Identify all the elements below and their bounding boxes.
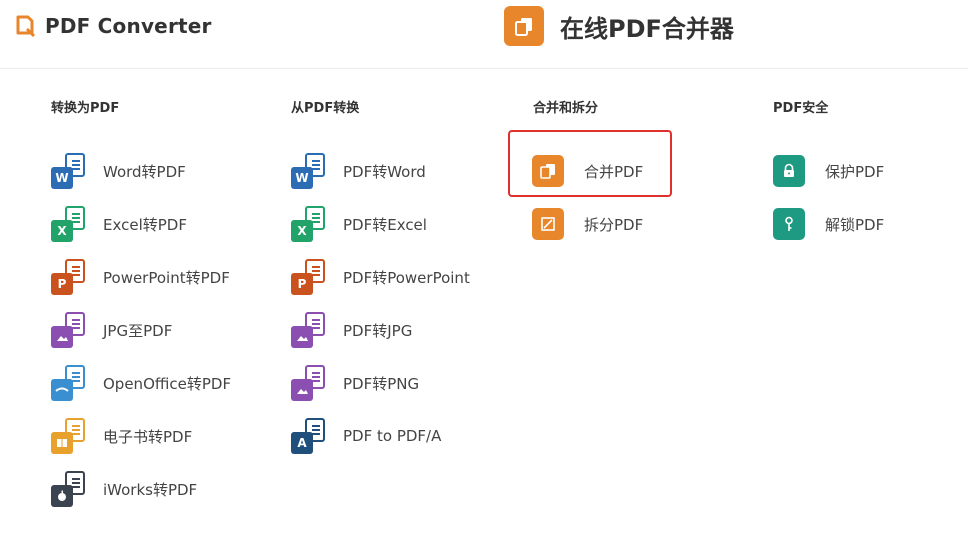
powerpoint-icon: P xyxy=(51,259,87,295)
excel-icon: X xyxy=(291,206,327,242)
tool-link-pdfa[interactable]: A PDF to PDF/A xyxy=(291,416,441,456)
tool-link-excel[interactable]: X Excel转PDF xyxy=(51,204,187,244)
tool-link-png[interactable]: PDF转PNG xyxy=(291,363,419,403)
tool-label: JPG至PDF xyxy=(103,321,173,340)
tool-link-jpg[interactable]: JPG至PDF xyxy=(51,310,172,350)
tool-label: Word转PDF xyxy=(103,162,186,181)
page-title: 在线PDF合并器 xyxy=(560,14,734,43)
merge-icon xyxy=(504,6,544,46)
tool-label: 保护PDF xyxy=(825,162,885,181)
word-icon: W xyxy=(291,153,327,189)
iworks-icon xyxy=(51,471,87,507)
tool-link-jpg[interactable]: PDF转JPG xyxy=(291,310,412,350)
tool-label: Excel转PDF xyxy=(103,215,187,234)
tool-link-key[interactable]: 解锁PDF xyxy=(773,204,884,244)
pdfa-icon: A xyxy=(291,418,327,454)
tool-link-word[interactable]: W PDF转Word xyxy=(291,151,426,191)
logo[interactable]: PDF Converter xyxy=(15,14,212,38)
page-title-wrap: 在线PDF合并器 xyxy=(504,6,734,46)
tool-label: OpenOffice转PDF xyxy=(103,374,232,393)
tool-label: PDF转Excel xyxy=(343,215,427,234)
column-title: 合并和拆分 xyxy=(533,101,599,116)
column-to-pdf: 转换为PDF xyxy=(51,100,291,118)
split-icon xyxy=(532,208,564,240)
jpg-icon xyxy=(291,312,327,348)
column-from-pdf: 从PDF转换 xyxy=(291,100,531,118)
key-icon xyxy=(773,208,805,240)
column-pdf-security: PDF安全 xyxy=(773,100,968,118)
excel-icon: X xyxy=(51,206,87,242)
tool-link-lock[interactable]: 保护PDF xyxy=(773,151,884,191)
ebook-icon xyxy=(51,418,87,454)
tool-link-openoffice[interactable]: OpenOffice转PDF xyxy=(51,363,231,403)
tool-link-iworks[interactable]: iWorks转PDF xyxy=(51,469,197,509)
tool-label: PDF转PNG xyxy=(343,374,420,393)
jpg-icon xyxy=(51,312,87,348)
tool-label: PDF to PDF/A xyxy=(343,427,442,445)
openoffice-icon xyxy=(51,365,87,401)
column-title: 转换为PDF xyxy=(51,101,120,116)
tool-link-excel[interactable]: X PDF转Excel xyxy=(291,204,427,244)
tool-label: PDF转JPG xyxy=(343,321,413,340)
powerpoint-icon: P xyxy=(291,259,327,295)
selection-highlight xyxy=(508,130,672,197)
tool-link-ebook[interactable]: 电子书转PDF xyxy=(51,416,192,456)
tool-label: PowerPoint转PDF xyxy=(103,268,230,287)
top-bar: PDF Converter 在线PDF合并器 xyxy=(0,0,968,69)
column-merge-split: 合并和拆分 xyxy=(533,100,773,118)
lock-icon xyxy=(773,155,805,187)
logo-text: PDF Converter xyxy=(45,14,212,38)
tool-label: 电子书转PDF xyxy=(103,427,193,446)
tool-label: PDF转PowerPoint xyxy=(343,268,470,287)
word-icon: W xyxy=(51,153,87,189)
tool-link-split[interactable]: 拆分PDF xyxy=(532,204,643,244)
png-icon xyxy=(291,365,327,401)
column-title: PDF安全 xyxy=(773,101,829,116)
tool-link-word[interactable]: W Word转PDF xyxy=(51,151,186,191)
column-title: 从PDF转换 xyxy=(291,101,360,116)
tool-link-powerpoint[interactable]: P PowerPoint转PDF xyxy=(51,257,230,297)
tool-label: PDF转Word xyxy=(343,162,426,181)
tool-link-powerpoint[interactable]: P PDF转PowerPoint xyxy=(291,257,470,297)
tool-label: iWorks转PDF xyxy=(103,480,198,499)
logo-icon xyxy=(15,15,36,38)
tool-label: 解锁PDF xyxy=(825,215,885,234)
tool-label: 拆分PDF xyxy=(584,215,644,234)
